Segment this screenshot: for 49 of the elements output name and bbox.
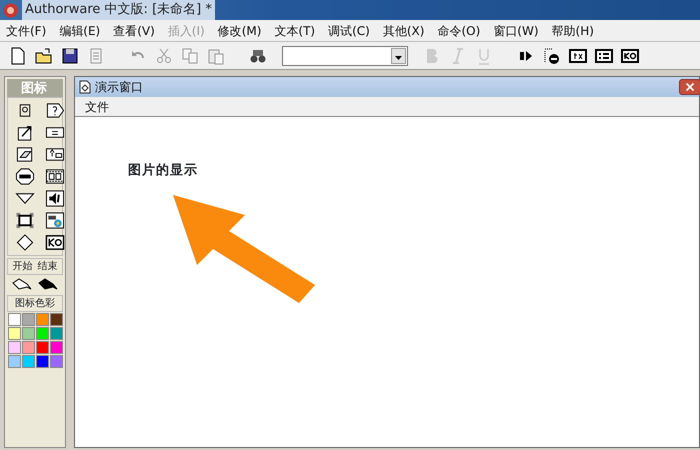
color-swatch[interactable] <box>36 313 49 326</box>
flag-icon[interactable] <box>38 277 58 291</box>
color-swatch[interactable] <box>22 341 35 354</box>
menu-item[interactable]: 文件(F) <box>6 22 46 40</box>
color-swatch[interactable] <box>50 355 63 368</box>
speaker-icon[interactable] <box>44 189 66 208</box>
display-text: 图片的显示 <box>128 162 198 180</box>
frame-icon[interactable] <box>14 211 36 230</box>
menu-item[interactable]: 调试(C) <box>328 22 370 40</box>
flag-label: 结束 <box>38 260 58 274</box>
color-swatch[interactable] <box>22 327 35 340</box>
diamond-icon[interactable] <box>14 233 36 252</box>
window-title: 演示窗口 <box>95 79 143 96</box>
color-swatch[interactable] <box>50 341 63 354</box>
color-swatch[interactable] <box>8 313 21 326</box>
palette-title: 图标 <box>7 79 63 97</box>
document-icon <box>79 80 91 94</box>
folder-icon[interactable] <box>34 46 54 66</box>
close-icon[interactable] <box>679 79 700 95</box>
flag-icon[interactable] <box>12 277 32 291</box>
menu-item[interactable]: 命令(O) <box>437 22 480 40</box>
menu-item[interactable]: 文本(T) <box>274 22 316 40</box>
color-swatch[interactable] <box>8 355 21 368</box>
color-swatch[interactable] <box>36 341 49 354</box>
dropdown-caret-icon[interactable] <box>391 48 406 64</box>
color-section-title: 图标色彩 <box>7 295 63 312</box>
flag-label: 开始 <box>12 260 32 274</box>
color-swatch[interactable] <box>50 313 63 326</box>
knowledge-object-icon[interactable] <box>44 233 66 252</box>
menu-item[interactable]: 编辑(E) <box>59 22 100 40</box>
question-mark-icon[interactable] <box>44 101 66 120</box>
color-swatch[interactable] <box>50 327 63 340</box>
color-swatch[interactable] <box>8 327 21 340</box>
app-logo-icon <box>3 2 18 18</box>
menu-item[interactable]: 文件 <box>85 98 109 116</box>
menu-item[interactable]: 窗口(W) <box>493 22 539 40</box>
menu-item[interactable]: 查看(V) <box>113 22 155 40</box>
color-swatch[interactable] <box>36 355 49 368</box>
menu-item[interactable]: 其他(X) <box>382 22 424 40</box>
film-icon[interactable] <box>44 167 66 186</box>
color-swatch[interactable] <box>36 327 49 340</box>
menu-item[interactable]: 修改(M) <box>218 22 262 40</box>
octagon-icon[interactable] <box>14 167 36 186</box>
color-swatch[interactable] <box>22 313 35 326</box>
menu-item[interactable]: 帮助(H) <box>552 22 594 40</box>
font-dropdown[interactable] <box>282 46 408 66</box>
color-swatch[interactable] <box>22 355 35 368</box>
color-swatch[interactable] <box>8 341 21 354</box>
window-title: Authorware 中文版: [未命名] * <box>22 0 215 20</box>
